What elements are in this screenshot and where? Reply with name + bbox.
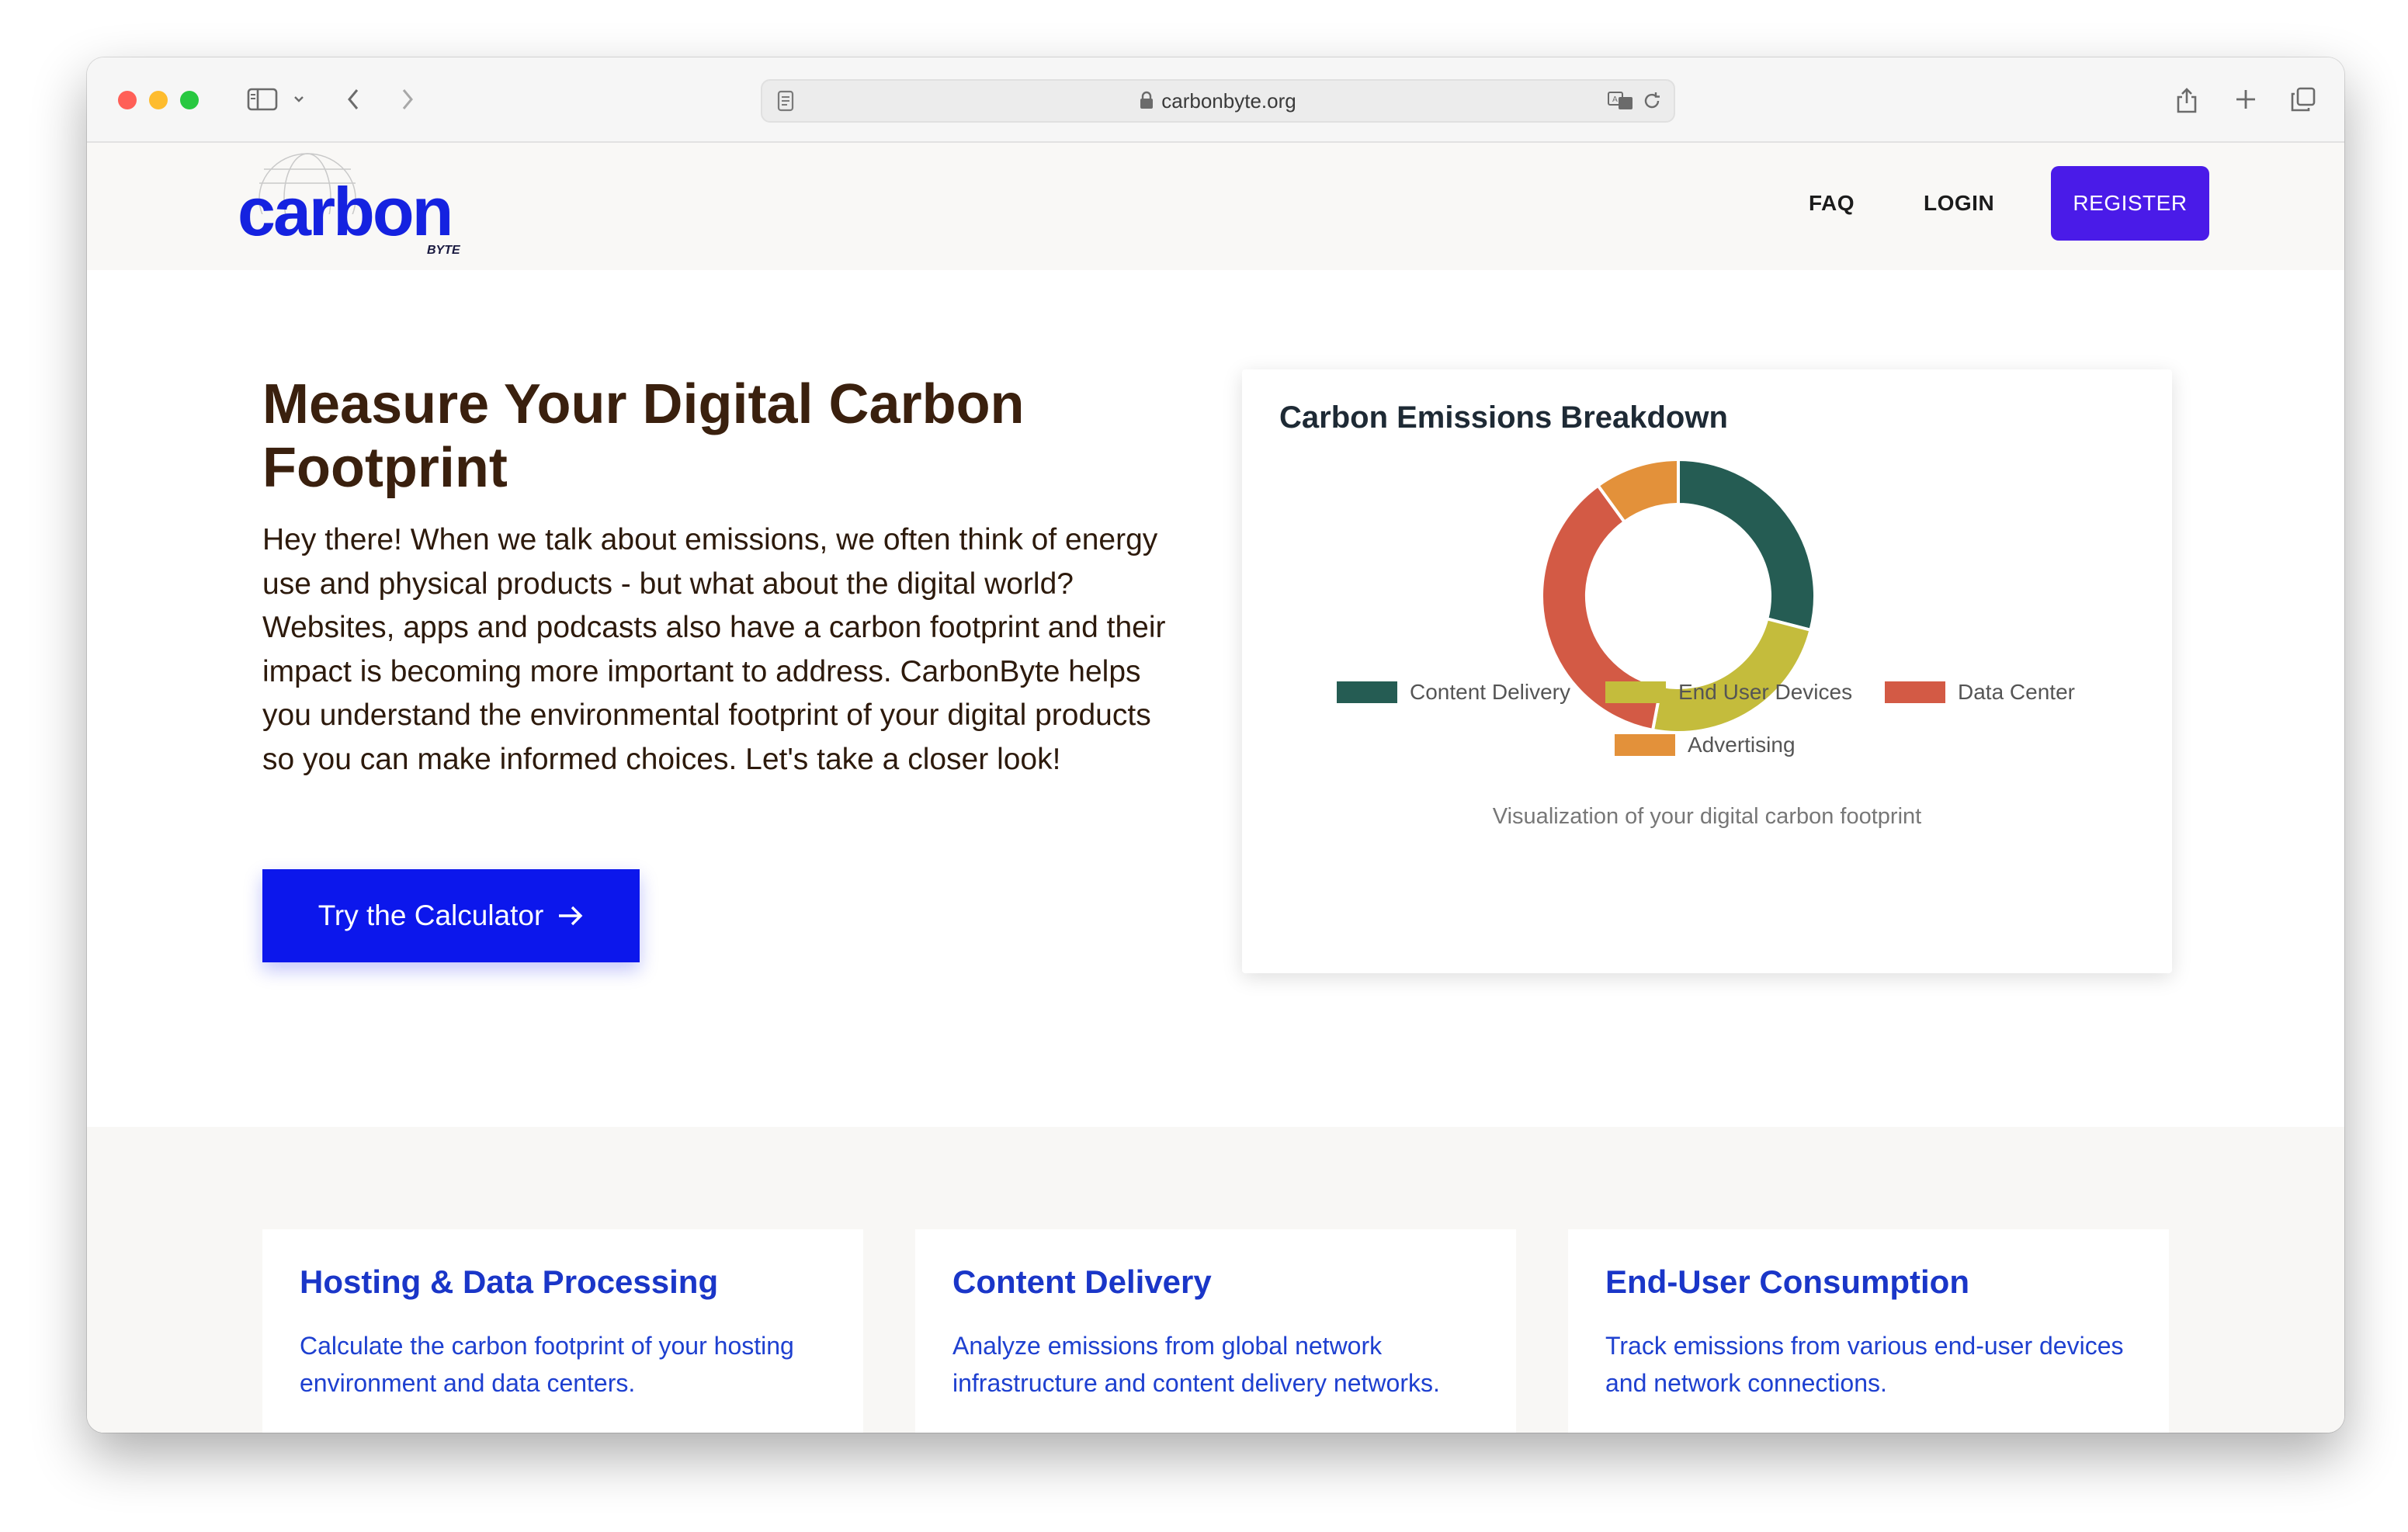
legend-swatch — [1615, 734, 1675, 756]
zoom-window-button[interactable] — [180, 91, 199, 109]
reload-icon[interactable] — [1638, 87, 1666, 115]
legend-item-end-user-devices[interactable]: End User Devices — [1605, 680, 1852, 705]
close-window-button[interactable] — [118, 91, 137, 109]
carbonbyte-logo[interactable]: carbon BYTE — [238, 153, 486, 262]
try-calculator-button[interactable]: Try the Calculator — [262, 869, 640, 962]
sidebar-toggle-icon[interactable] — [239, 85, 286, 113]
chart-title: Carbon Emissions Breakdown — [1279, 400, 1728, 435]
feature-title: Content Delivery — [952, 1263, 1212, 1300]
lock-icon — [1140, 82, 1154, 123]
cta-label: Try the Calculator — [317, 899, 544, 931]
new-tab-icon[interactable] — [2226, 85, 2265, 113]
feature-description: Calculate the carbon footprint of your h… — [300, 1332, 794, 1397]
minimize-window-button[interactable] — [149, 91, 168, 109]
emissions-chart-card: Carbon Emissions Breakdown Content Deliv… — [1242, 369, 2172, 973]
legend-item-advertising[interactable]: Advertising — [1615, 733, 1796, 757]
tab-overview-icon[interactable] — [2284, 85, 2323, 113]
nav-login-link[interactable]: LOGIN — [1924, 191, 1994, 216]
legend-swatch — [1337, 681, 1397, 703]
logo-wordmark: carbon — [238, 173, 453, 250]
legend-label: Data Center — [1958, 680, 2075, 704]
share-icon[interactable] — [2167, 85, 2206, 113]
forward-icon[interactable] — [388, 85, 427, 113]
nav-faq-link[interactable]: FAQ — [1809, 191, 1855, 216]
legend-swatch — [1605, 681, 1666, 703]
hero-title: Measure Your Digital Carbon Footprint — [262, 373, 1025, 499]
donut-slice-content-delivery[interactable] — [1677, 457, 1816, 633]
logo-subtext: BYTE — [427, 244, 460, 257]
chart-caption: Visualization of your digital carbon foo… — [1492, 804, 1922, 829]
hero-description: Hey there! When we talk about emissions,… — [262, 523, 1166, 776]
feature-card-hosting: Hosting & Data Processing Calculate the … — [262, 1229, 863, 1433]
browser-window: carbonbyte.org A carbon BYTE FAQ LOGIN R… — [87, 57, 2344, 1433]
feature-card-end-user: End-User Consumption Track emissions fro… — [1568, 1229, 2169, 1433]
arrow-right-icon — [559, 906, 583, 926]
register-button[interactable]: REGISTER — [2051, 166, 2209, 241]
browser-toolbar: carbonbyte.org A — [87, 57, 2344, 143]
legend-label: Advertising — [1688, 733, 1796, 757]
chevron-down-icon[interactable] — [287, 85, 311, 113]
legend-item-content-delivery[interactable]: Content Delivery — [1337, 680, 1570, 705]
back-icon[interactable] — [334, 85, 373, 113]
legend-label: End User Devices — [1678, 680, 1853, 704]
site-header: carbon BYTE FAQ LOGIN REGISTER — [87, 143, 2344, 270]
web-page: carbon BYTE FAQ LOGIN REGISTER Measure Y… — [87, 143, 2344, 1433]
address-bar[interactable]: carbonbyte.org A — [761, 79, 1675, 123]
donut-slice-end-user-devices[interactable] — [1650, 616, 1813, 734]
feature-title: Hosting & Data Processing — [300, 1263, 719, 1300]
feature-title: End-User Consumption — [1605, 1263, 1969, 1300]
feature-description: Track emissions from various end-user de… — [1605, 1332, 2124, 1397]
feature-card-content-delivery: Content Delivery Analyze emissions from … — [915, 1229, 1516, 1433]
legend-swatch — [1885, 681, 1945, 703]
legend-label: Content Delivery — [1410, 680, 1570, 704]
url-text: carbonbyte.org — [1161, 89, 1296, 113]
translate-icon[interactable]: A — [1605, 87, 1636, 115]
feature-description: Analyze emissions from global network in… — [952, 1332, 1440, 1397]
svg-text:A: A — [1612, 95, 1618, 104]
legend-item-data-center[interactable]: Data Center — [1885, 680, 2075, 705]
